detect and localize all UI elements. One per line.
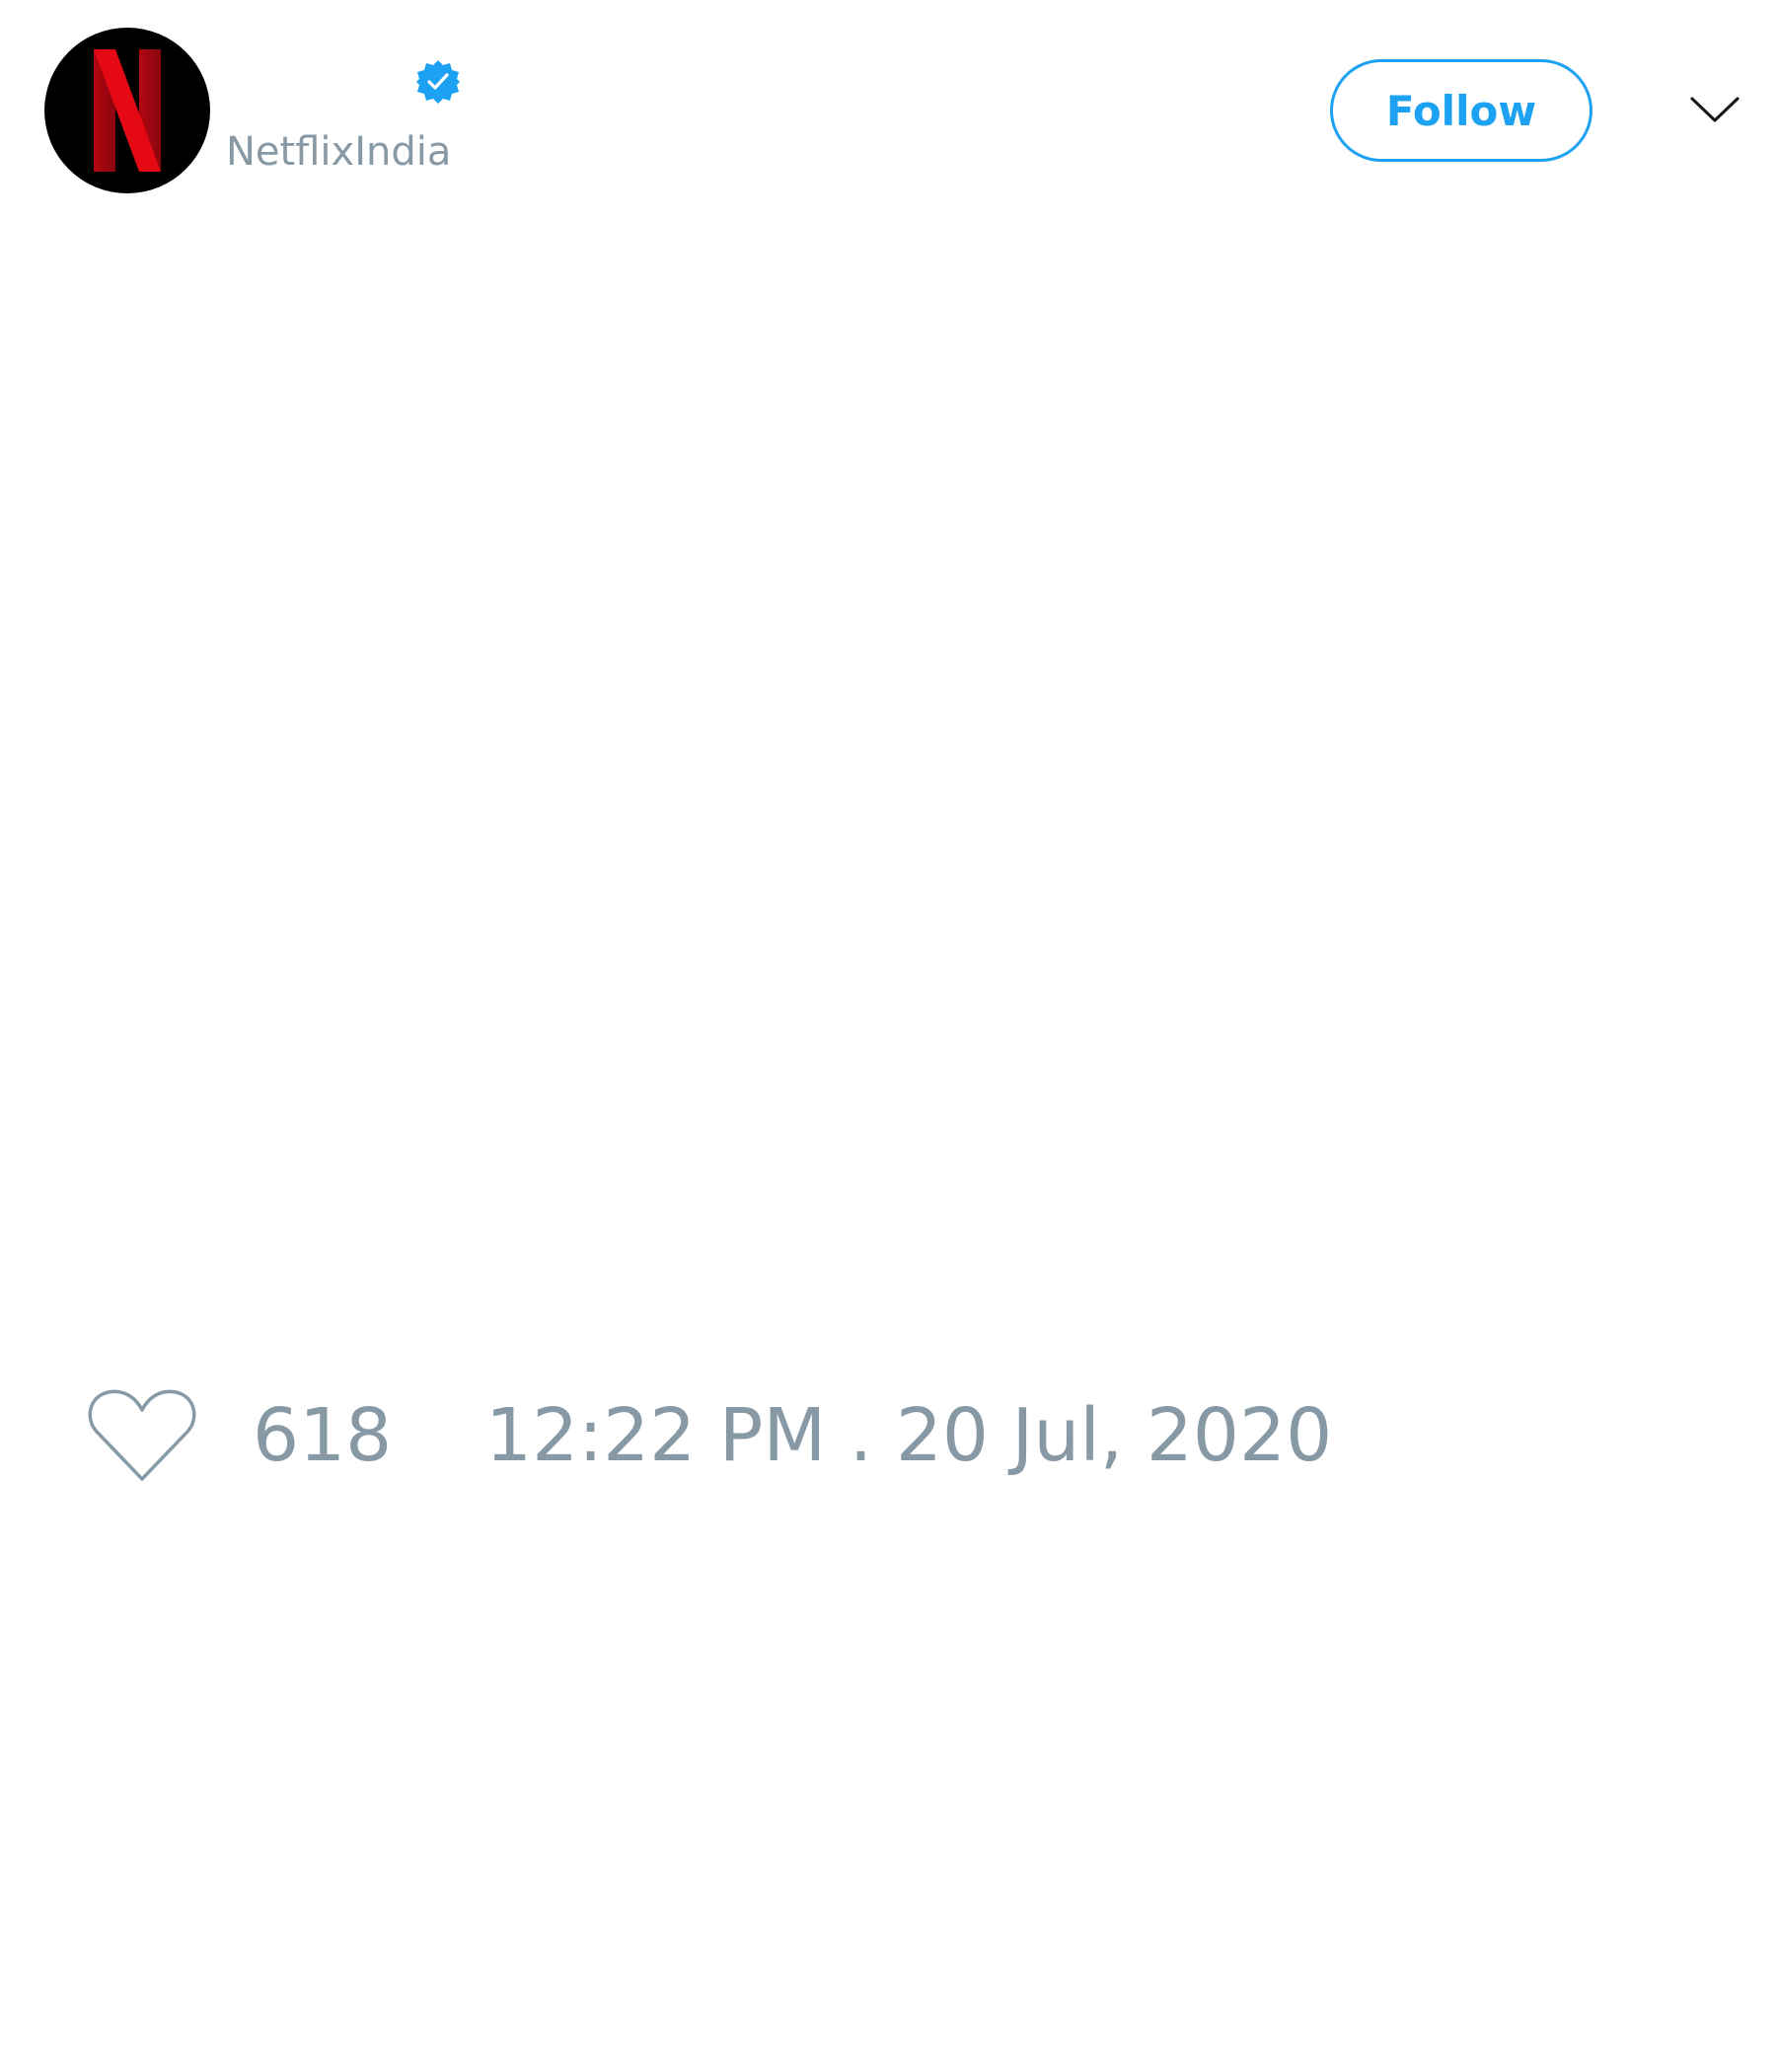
author-handle[interactable]: NetflixIndia (226, 128, 451, 176)
tweet-timestamp[interactable]: 12:22 PM . 20 Jul, 2020 (485, 1391, 1332, 1480)
tweet-media-area (59, 237, 1717, 1342)
tweet-header: NetflixIndia Follow (0, 0, 1776, 227)
netflix-logo-icon (94, 49, 161, 172)
verified-badge-icon (416, 60, 460, 104)
tweet-footer: 618 12:22 PM . 20 Jul, 2020 (0, 1376, 1776, 1495)
follow-button[interactable]: Follow (1330, 59, 1592, 162)
chevron-down-icon[interactable] (1689, 91, 1740, 130)
avatar[interactable] (44, 28, 210, 193)
like-count[interactable]: 618 (253, 1391, 392, 1480)
heart-outline-icon[interactable] (87, 1386, 197, 1485)
